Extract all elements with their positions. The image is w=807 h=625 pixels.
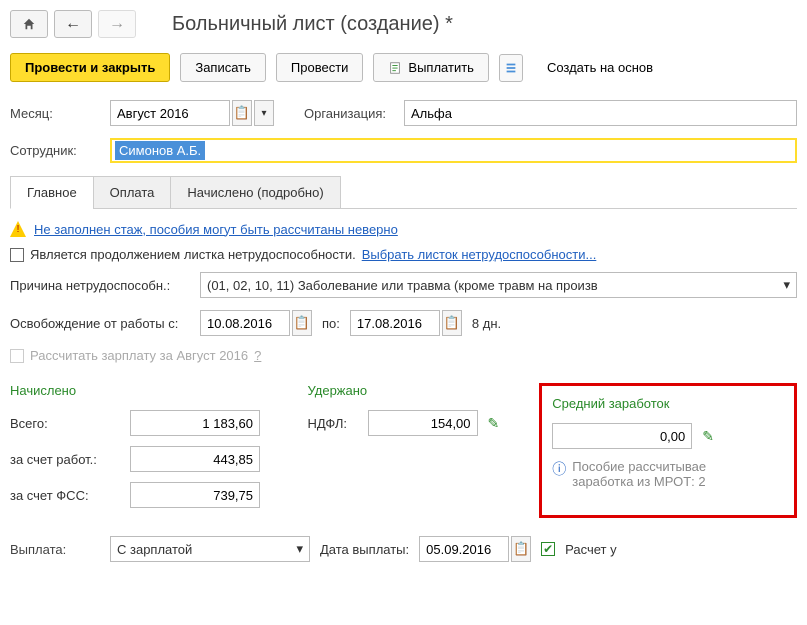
- select-sheet-link[interactable]: Выбрать листок нетрудоспособности...: [362, 247, 597, 262]
- chevron-down-icon: ▾: [296, 541, 303, 557]
- month-dropdown-button[interactable]: ▾: [254, 100, 274, 126]
- total-input[interactable]: [130, 410, 260, 436]
- recalc-label: Рассчитать зарплату за Август 2016: [30, 348, 248, 363]
- stage-warning-link[interactable]: Не заполнен стаж, пособия могут быть рас…: [34, 222, 398, 237]
- payment-label: Выплата:: [10, 542, 100, 557]
- calendar-icon: 📋: [234, 105, 250, 121]
- fss-label: за счет ФСС:: [10, 488, 120, 503]
- calc-approved-label: Расчет у: [565, 542, 616, 557]
- employee-label: Сотрудник:: [10, 143, 100, 158]
- ndfl-input[interactable]: [368, 410, 478, 436]
- calc-approved-checkbox[interactable]: ✔: [541, 542, 555, 556]
- avg-header: Средний заработок: [552, 396, 784, 411]
- to-label: по:: [322, 316, 340, 331]
- warning-icon: !: [10, 221, 26, 237]
- calendar-icon: 📋: [513, 541, 529, 557]
- month-picker-button[interactable]: 📋: [232, 100, 252, 126]
- pay-date-picker[interactable]: 📋: [511, 536, 531, 562]
- back-button[interactable]: ←: [54, 10, 92, 38]
- employer-input[interactable]: [130, 446, 260, 472]
- tab-accrued[interactable]: Начислено (подробно): [170, 176, 340, 209]
- org-label: Организация:: [304, 106, 394, 121]
- calendar-icon: 📋: [444, 315, 460, 331]
- home-button[interactable]: [10, 10, 48, 38]
- create-based-button[interactable]: Создать на основ: [533, 54, 667, 81]
- org-input[interactable]: [404, 100, 797, 126]
- payment-select[interactable]: С зарплатой ▾: [110, 536, 310, 562]
- ndfl-edit-icon[interactable]: ✎: [488, 415, 500, 432]
- reason-label: Причина нетрудоспособн.:: [10, 278, 190, 293]
- recalc-checkbox: [10, 349, 24, 363]
- date-to-picker[interactable]: 📋: [442, 310, 462, 336]
- recalc-help-icon: ?: [254, 348, 261, 363]
- date-to-input[interactable]: [350, 310, 440, 336]
- continuation-checkbox[interactable]: [10, 248, 24, 262]
- month-input[interactable]: [110, 100, 230, 126]
- list-button[interactable]: [499, 54, 523, 82]
- tab-main[interactable]: Главное: [10, 176, 94, 209]
- date-from-input[interactable]: [200, 310, 290, 336]
- pay-date-label: Дата выплаты:: [320, 542, 409, 557]
- calendar-icon: 📋: [294, 315, 310, 331]
- release-label: Освобождение от работы с:: [10, 316, 190, 331]
- arrow-left-icon: ←: [65, 15, 81, 33]
- post-button[interactable]: Провести: [276, 53, 364, 82]
- month-label: Месяц:: [10, 106, 100, 121]
- info-icon: ⓘ: [552, 459, 566, 479]
- ndfl-label: НДФЛ:: [308, 416, 358, 431]
- reason-select[interactable]: (01, 02, 10, 11) Заболевание или травма …: [200, 272, 797, 298]
- list-icon: [504, 61, 518, 75]
- withheld-header: Удержано: [308, 383, 500, 398]
- arrow-right-icon: →: [109, 15, 125, 33]
- page-title: Больничный лист (создание) *: [172, 13, 453, 36]
- forward-button[interactable]: →: [98, 10, 136, 38]
- avg-input[interactable]: [552, 423, 692, 449]
- post-and-close-button[interactable]: Провести и закрыть: [10, 53, 170, 82]
- mrot-info: Пособие рассчитывае заработка из МРОТ: 2: [572, 459, 706, 489]
- document-icon: [388, 61, 402, 75]
- fss-input[interactable]: [130, 482, 260, 508]
- employee-input[interactable]: Симонов А.Б.: [110, 138, 797, 163]
- home-icon: [22, 17, 36, 31]
- employee-value: Симонов А.Б.: [115, 141, 205, 160]
- accrued-header: Начислено: [10, 383, 268, 398]
- pay-date-input[interactable]: [419, 536, 509, 562]
- save-button[interactable]: Записать: [180, 53, 266, 82]
- continuation-label: Является продолжением листка нетрудоспос…: [30, 247, 356, 262]
- tab-payment[interactable]: Оплата: [93, 176, 172, 209]
- chevron-down-icon: ▾: [783, 277, 790, 293]
- avg-edit-icon[interactable]: ✎: [702, 428, 714, 445]
- employer-label: за счет работ.:: [10, 452, 120, 467]
- days-count: 8 дн.: [472, 316, 501, 331]
- pay-button[interactable]: Выплатить: [373, 53, 489, 82]
- total-label: Всего:: [10, 416, 120, 431]
- date-from-picker[interactable]: 📋: [292, 310, 312, 336]
